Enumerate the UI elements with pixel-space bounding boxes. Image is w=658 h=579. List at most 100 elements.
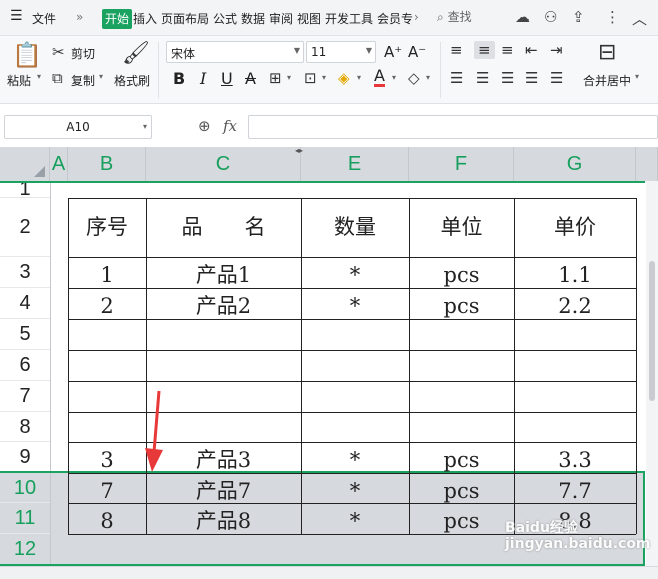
table-header-cell[interactable]: 品 名 [146, 198, 301, 257]
row-header-selected[interactable]: 12 [0, 534, 50, 565]
table-cell[interactable]: 产品8 [146, 503, 301, 539]
borders-dropdown-icon[interactable]: ▾ [287, 73, 291, 82]
copy-button[interactable]: 复制 [71, 72, 95, 89]
tab-view[interactable]: 视图 [297, 10, 321, 27]
row-header[interactable]: 9 [0, 442, 50, 473]
font-size-select[interactable]: 11 ▼ [306, 41, 376, 63]
align-bottom-icon[interactable]: ≡ [501, 42, 514, 58]
copy-dropdown-icon[interactable]: ▾ [99, 72, 103, 81]
scrollbar-thumb[interactable] [649, 261, 655, 401]
align-left-icon[interactable]: ☰ [450, 70, 463, 86]
paste-button[interactable]: 粘贴 [7, 72, 31, 89]
sheet-tab-bar[interactable] [0, 566, 658, 579]
formula-input[interactable] [248, 115, 658, 139]
cut-button[interactable]: 剪切 [71, 45, 95, 62]
row-header[interactable]: 7 [0, 381, 50, 412]
borders-icon[interactable]: ⊞ [269, 70, 282, 86]
table-cell[interactable]: 2 [68, 288, 146, 324]
zoom-formula-icon[interactable]: ⊕ [198, 118, 211, 134]
search-box[interactable]: ⌕ 查找 [437, 8, 472, 25]
row-header[interactable]: 3 [0, 257, 50, 288]
hamburger-icon[interactable]: ☰ [10, 8, 23, 24]
tab-review[interactable]: 审阅 [269, 10, 293, 27]
table-cell[interactable]: 2.2 [514, 288, 636, 324]
cloud-sync-icon[interactable]: ☁ [515, 8, 530, 26]
table-header-cell[interactable]: 数量 [301, 198, 409, 257]
hidden-column-marker-icon[interactable]: ◂▸ [295, 146, 303, 155]
col-header-f[interactable]: F [409, 147, 514, 181]
col-header-a[interactable]: A [50, 147, 68, 181]
font-color-button[interactable]: A [374, 68, 385, 87]
align-right-icon[interactable]: ☰ [501, 70, 514, 86]
col-header-c[interactable]: C [146, 147, 301, 181]
underline-button[interactable]: U [221, 69, 233, 88]
paste-dropdown-icon[interactable]: ▾ [37, 72, 41, 81]
align-center-icon[interactable]: ☰ [476, 70, 489, 86]
table-header-cell[interactable]: 单位 [409, 198, 514, 257]
col-header-e[interactable]: E [301, 147, 409, 181]
clear-format-icon[interactable]: ◇ [408, 70, 420, 86]
share-user-icon[interactable]: ⚇ [544, 8, 557, 26]
row-header-selected[interactable]: 10 [0, 473, 50, 503]
row-header[interactable]: 1 [0, 179, 50, 199]
paste-icon[interactable]: 📋 [12, 42, 42, 68]
table-header-cell[interactable]: 单价 [514, 198, 636, 257]
table-cell[interactable]: * [301, 503, 409, 539]
tab-page-layout[interactable]: 页面布局 [161, 10, 209, 27]
align-top-icon[interactable]: ≡ [450, 42, 463, 58]
justify-icon[interactable]: ☰ [525, 70, 538, 86]
indent-increase-icon[interactable]: ⇥ [550, 42, 563, 58]
col-header-next[interactable] [636, 147, 658, 181]
expand-icon[interactable]: » [76, 10, 83, 24]
row-header-selected[interactable]: 11 [0, 503, 50, 534]
select-all-corner[interactable] [0, 147, 50, 181]
tab-home[interactable]: 开始 [102, 9, 132, 29]
tab-developer[interactable]: 开发工具 [325, 10, 373, 27]
clear-dropdown-icon[interactable]: ▾ [426, 73, 430, 82]
cell-style-dropdown-icon[interactable]: ▾ [322, 73, 326, 82]
fill-color-icon[interactable]: ◈ [338, 70, 350, 86]
merge-dropdown-icon[interactable]: ▾ [635, 72, 639, 81]
decrease-font-icon[interactable]: A⁻ [408, 43, 426, 61]
col-header-b[interactable]: B [68, 147, 146, 181]
indent-decrease-icon[interactable]: ⇤ [525, 42, 538, 58]
more-tabs-icon[interactable]: › [414, 10, 419, 24]
format-painter-icon[interactable]: 🖌 [122, 42, 150, 66]
tab-member[interactable]: 会员专 [377, 10, 413, 27]
row-header[interactable]: 4 [0, 288, 50, 319]
tab-formulas[interactable]: 公式 [213, 10, 237, 27]
distribute-icon[interactable]: ☰ [550, 70, 563, 86]
merge-center-button[interactable]: 合并居中 [583, 72, 631, 89]
merge-center-icon[interactable]: ⊟ [598, 42, 616, 64]
table-cell[interactable]: 产品2 [146, 288, 301, 324]
cell-style-icon[interactable]: ⊡ [304, 70, 317, 86]
row-header[interactable]: 5 [0, 319, 50, 350]
fx-button[interactable]: fx [223, 117, 237, 135]
vertical-scrollbar[interactable] [646, 181, 658, 566]
italic-button[interactable]: I [200, 69, 206, 88]
row-header[interactable]: 6 [0, 350, 50, 381]
row-header[interactable]: 2 [0, 198, 50, 257]
table-cell[interactable]: pcs [409, 288, 514, 324]
more-options-icon[interactable]: ⋮ [605, 8, 620, 26]
fill-dropdown-icon[interactable]: ▾ [357, 73, 361, 82]
table-cell[interactable]: * [301, 288, 409, 324]
tab-data[interactable]: 数据 [241, 10, 265, 27]
bold-button[interactable]: B [173, 69, 185, 88]
font-name-select[interactable]: 宋体 ▼ [166, 41, 304, 63]
table-header-cell[interactable]: 序号 [68, 198, 146, 257]
strikethrough-button[interactable]: A [245, 69, 256, 88]
name-box[interactable]: A10 ▾ [4, 115, 152, 139]
format-painter-button[interactable]: 格式刷 [114, 72, 150, 89]
tab-insert[interactable]: 插入 [133, 10, 157, 27]
row-header[interactable]: 8 [0, 412, 50, 442]
table-cell[interactable]: pcs [409, 503, 514, 539]
col-header-g[interactable]: G [514, 147, 636, 181]
share-icon[interactable]: ⇪ [572, 8, 585, 26]
menu-file[interactable]: 文件 [32, 10, 56, 27]
font-color-dropdown-icon[interactable]: ▾ [392, 73, 396, 82]
table-cell[interactable]: 8 [68, 503, 146, 539]
increase-font-icon[interactable]: A⁺ [384, 43, 402, 61]
collapse-ribbon-icon[interactable]: ︿ [632, 8, 647, 29]
align-middle-icon[interactable]: ≡ [474, 41, 495, 59]
